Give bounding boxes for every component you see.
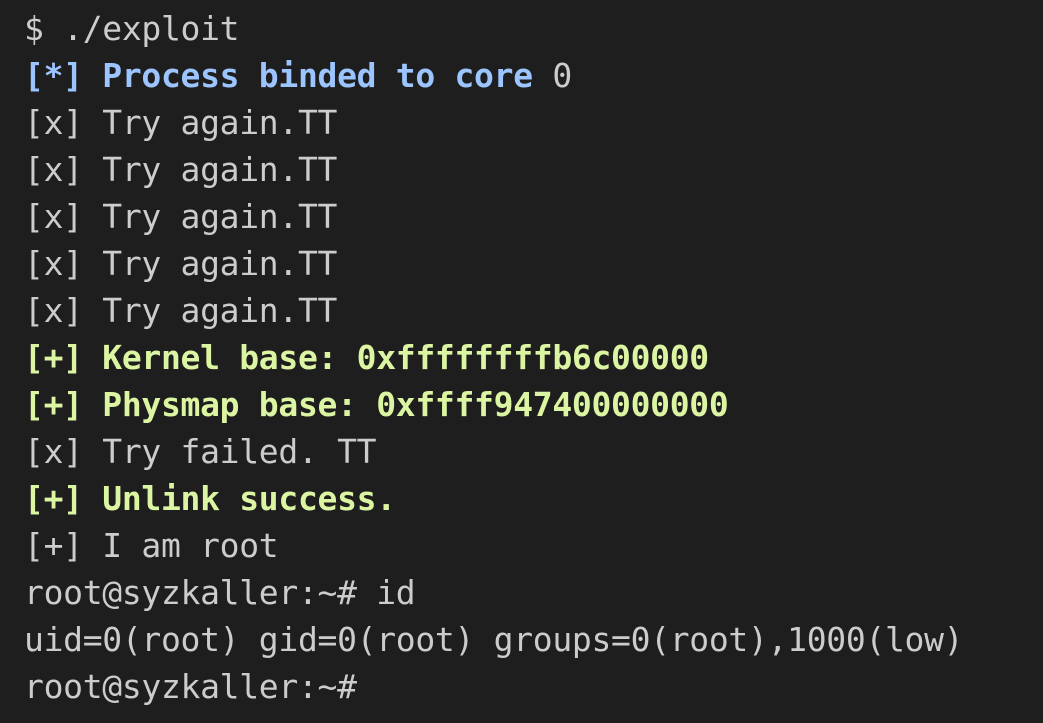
terminal-line-id-command: root@syzkaller:~# id <box>24 573 416 612</box>
terminal-line-try-again: [x] Try again.TT <box>24 244 338 283</box>
terminal-line-i-am-root: [+] I am root <box>24 526 279 565</box>
terminal-line-try-again: [x] Try again.TT <box>24 291 338 330</box>
terminal-line-kernel-base: [+] Kernel base: 0xffffffffb6c00000 <box>24 338 709 377</box>
terminal-line-command: $ ./exploit <box>24 9 240 48</box>
terminal-window[interactable]: $ ./exploit [*] Process binded to core 0… <box>0 0 1043 723</box>
process-bind-message: [*] Process binded to core <box>24 56 553 95</box>
terminal-line-try-failed: [x] Try failed. TT <box>24 432 377 471</box>
terminal-line-unlink-success: [+] Unlink success. <box>24 479 396 518</box>
terminal-line-try-again: [x] Try again.TT <box>24 197 338 236</box>
terminal-prompt[interactable]: root@syzkaller:~# <box>24 663 1043 710</box>
terminal-line-physmap-base: [+] Physmap base: 0xffff947400000000 <box>24 385 729 424</box>
terminal-line-try-again: [x] Try again.TT <box>24 103 338 142</box>
core-number: 0 <box>552 56 572 95</box>
terminal-line-try-again: [x] Try again.TT <box>24 150 338 189</box>
terminal-line-id-output: uid=0(root) gid=0(root) groups=0(root),1… <box>24 620 964 659</box>
terminal-line-process-bind: [*] Process binded to core 0 <box>24 52 1043 99</box>
